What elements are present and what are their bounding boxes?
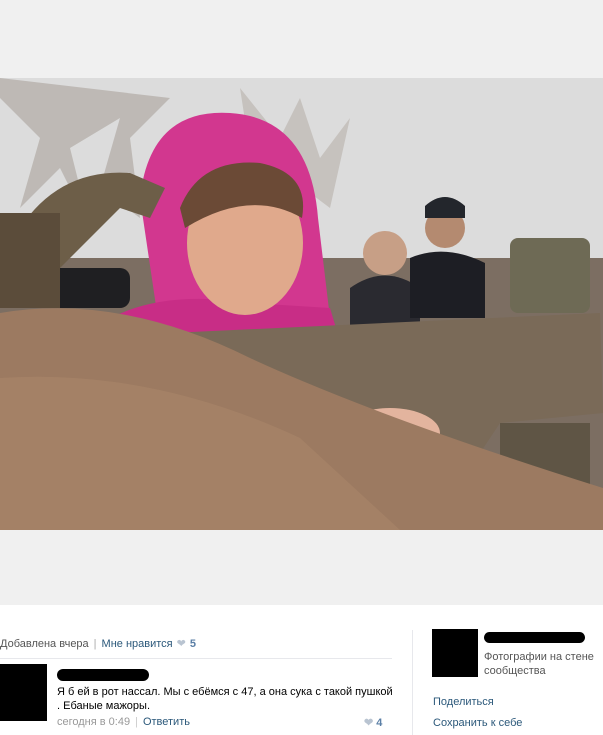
heart-icon[interactable]: ❤ xyxy=(364,717,373,729)
reply-button[interactable]: Ответить xyxy=(143,716,190,728)
comment-text: Я б ей в рот нассал. Мы с ебёмся с 47, а… xyxy=(57,686,393,712)
heart-icon[interactable]: ❤ xyxy=(177,638,186,650)
separator: | xyxy=(93,638,97,650)
added-label: Добавлена вчера xyxy=(0,638,89,650)
save-to-profile-button[interactable]: Сохранить к себе xyxy=(433,717,522,729)
community-avatar[interactable] xyxy=(432,629,478,677)
comment-time[interactable]: сегодня в 0:49 xyxy=(57,716,130,728)
divider xyxy=(412,630,413,735)
like-count[interactable]: 5 xyxy=(190,638,196,650)
community-name[interactable] xyxy=(484,632,585,643)
album-subtitle[interactable]: Фотографии на стене сообщества xyxy=(484,650,599,678)
commenter-name[interactable] xyxy=(57,669,149,681)
comment-meta: сегодня в 0:49 | Ответить xyxy=(57,716,190,728)
divider xyxy=(0,658,392,659)
photo-illustration xyxy=(0,78,603,530)
like-button[interactable]: Мне нравится xyxy=(102,638,173,650)
comment-like-button[interactable]: ❤ 4 xyxy=(364,716,382,729)
commenter-avatar[interactable] xyxy=(0,664,47,721)
share-button[interactable]: Поделиться xyxy=(433,696,494,708)
photo-viewer xyxy=(0,0,603,605)
photo-info-bar: Добавлена вчера | Мне нравится ❤ 5 xyxy=(0,636,196,652)
separator: | xyxy=(135,716,138,728)
comment-like-count[interactable]: 4 xyxy=(376,717,382,729)
photo[interactable] xyxy=(0,78,603,530)
